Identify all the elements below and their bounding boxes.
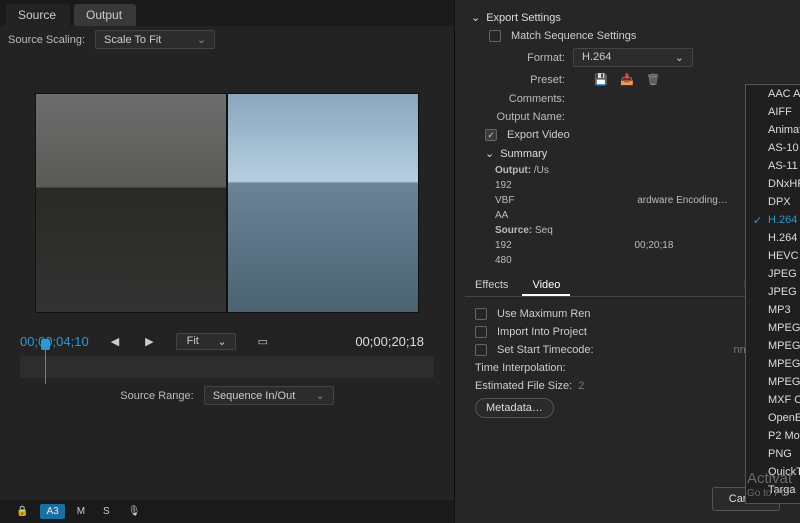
metadata-button[interactable]: Metadata…	[475, 398, 554, 418]
format-option[interactable]: H.264 Blu-ray	[746, 229, 800, 247]
format-option[interactable]: MPEG2	[746, 319, 800, 337]
aspect-icon[interactable]: ▭	[254, 335, 272, 348]
chevron-down-icon: ⌄	[471, 11, 480, 24]
step-fwd-icon[interactable]: ▶	[141, 335, 157, 348]
est-size-label: Estimated File Size:	[475, 380, 572, 392]
format-option[interactable]: MPEG2-DVD	[746, 355, 800, 373]
use-max-label: Use Maximum Ren	[497, 308, 591, 320]
track-a3[interactable]: A3	[40, 504, 64, 519]
format-option[interactable]: OpenEXR	[746, 409, 800, 427]
format-dropdown[interactable]: AAC AudioAIFFAnimated GIFAS-10AS-11DNxHR…	[745, 84, 800, 504]
delete-preset-icon[interactable]: 🗑	[646, 73, 662, 87]
format-option[interactable]: DNxHR/DNxHD MXF OP1a	[746, 175, 800, 193]
tab-output[interactable]: Output	[74, 4, 136, 26]
format-option[interactable]: JPEG	[746, 265, 800, 283]
timeline-controls: 00;00;04;10 ◀ ▶ Fit⌄ ▭ 00;00;20;18 Sourc…	[0, 323, 454, 415]
preview-area	[0, 83, 454, 323]
match-sequence-checkbox[interactable]	[489, 30, 501, 42]
chevron-down-icon: ⌄	[485, 147, 494, 160]
format-option[interactable]: PNG	[746, 445, 800, 463]
format-option[interactable]: MXF OP1a	[746, 391, 800, 409]
left-tabs: Source Output	[0, 0, 454, 26]
track-s[interactable]: S	[97, 504, 116, 519]
source-scaling-select[interactable]: Scale To Fit ⌄	[95, 30, 215, 49]
subtab-video[interactable]: Video	[522, 276, 570, 296]
summary-block: Output: /Us 192 VBF ardware Encoding… AA…	[465, 163, 790, 268]
zoom-fit-select[interactable]: Fit⌄	[176, 333, 236, 350]
format-option[interactable]: MP3	[746, 301, 800, 319]
source-range-select[interactable]: Sequence In/Out ⌄	[204, 386, 334, 405]
export-video-label: Export Video	[507, 129, 570, 141]
preset-label: Preset:	[485, 74, 565, 86]
format-option[interactable]: QuickTime	[746, 463, 800, 481]
comments-label: Comments:	[485, 93, 565, 105]
format-option[interactable]: MPEG2 Blu-ray	[746, 337, 800, 355]
export-video-checkbox[interactable]	[485, 129, 497, 141]
playhead[interactable]	[41, 350, 50, 384]
source-scaling-label: Source Scaling:	[8, 34, 85, 46]
subtab-effects[interactable]: Effects	[465, 276, 518, 296]
format-option[interactable]: AS-10	[746, 139, 800, 157]
step-back-icon[interactable]: ◀	[107, 335, 123, 348]
preview-thumb-left	[35, 93, 227, 313]
import-into-checkbox[interactable]	[475, 326, 487, 338]
match-sequence-label: Match Sequence Settings	[511, 30, 636, 42]
chevron-down-icon: ⌄	[675, 51, 684, 64]
set-start-tc-checkbox[interactable]	[475, 344, 487, 356]
audio-track-bar: 🔒 A3 M S 🎙	[0, 500, 454, 523]
format-label: Format:	[485, 52, 565, 64]
time-interp-label: Time Interpolation:	[475, 362, 566, 374]
format-option[interactable]: MPEG4	[746, 373, 800, 391]
import-preset-icon[interactable]: 📥	[620, 73, 636, 87]
timeline-track[interactable]	[20, 356, 434, 378]
chevron-down-icon: ⌄	[315, 389, 324, 402]
chevron-down-icon: ⌄	[197, 33, 206, 46]
save-preset-icon[interactable]: 💾	[594, 73, 610, 87]
lock-icon[interactable]: 🔒	[10, 504, 34, 519]
preview-thumb-right	[227, 93, 419, 313]
format-option[interactable]: JPEG 2000 MXF OP1a	[746, 283, 800, 301]
timecode-duration: 00;00;20;18	[355, 334, 424, 349]
format-select[interactable]: H.264⌄	[573, 48, 693, 67]
format-option[interactable]: DPX	[746, 193, 800, 211]
format-option[interactable]: H.264	[746, 211, 800, 229]
import-into-label: Import Into Project	[497, 326, 587, 338]
format-option[interactable]: TIFF	[746, 499, 800, 504]
chevron-down-icon: ⌄	[217, 335, 226, 348]
format-option[interactable]: Animated GIF	[746, 121, 800, 139]
output-name-label: Output Name:	[485, 111, 565, 123]
summary-header[interactable]: ⌄ Summary	[465, 144, 790, 163]
format-option[interactable]: AAC Audio	[746, 85, 800, 103]
format-option[interactable]: HEVC (H.265)	[746, 247, 800, 265]
format-option[interactable]: AS-11	[746, 157, 800, 175]
source-scaling-row: Source Scaling: Scale To Fit ⌄	[0, 26, 454, 53]
format-option[interactable]: P2 Movie	[746, 427, 800, 445]
export-settings-header[interactable]: ⌄ Export Settings	[465, 8, 790, 27]
source-range-label: Source Range:	[120, 390, 193, 402]
format-option[interactable]: AIFF	[746, 103, 800, 121]
est-size-value: 2	[578, 380, 584, 392]
track-m[interactable]: M	[71, 504, 91, 519]
mic-icon[interactable]: 🎙	[122, 504, 147, 519]
timecode-current[interactable]: 00;00;04;10	[20, 334, 89, 349]
export-subtabs: Effects Video Publish	[465, 276, 790, 297]
tab-source[interactable]: Source	[6, 4, 70, 26]
use-max-checkbox[interactable]	[475, 308, 487, 320]
set-start-tc-label: Set Start Timecode:	[497, 344, 594, 356]
format-option[interactable]: Targa	[746, 481, 800, 499]
